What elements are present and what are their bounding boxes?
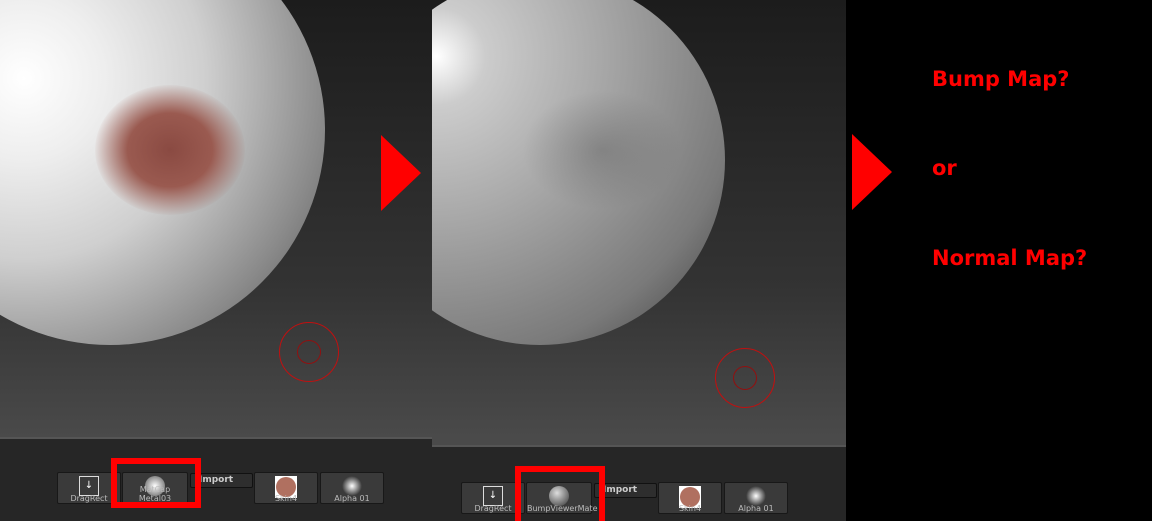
question-or: or xyxy=(932,156,957,180)
brush-cursor-icon xyxy=(279,322,339,382)
brush-cursor-icon xyxy=(715,348,775,408)
texture-button[interactable]: Skin4 xyxy=(254,472,318,504)
arrow-right-icon xyxy=(852,134,892,210)
highlight-box xyxy=(515,466,605,521)
toolbar: ↓ DragRect BumpViewerMate Import Skin4 Al… xyxy=(432,445,846,521)
drag-rect-icon: ↓ xyxy=(79,476,99,496)
arrow-right-icon xyxy=(381,135,421,211)
alpha-button[interactable]: Alpha 01 xyxy=(724,482,788,514)
drag-rect-icon: ↓ xyxy=(483,486,503,506)
alpha-icon xyxy=(746,486,766,506)
texture-button[interactable]: Skin4 xyxy=(658,482,722,514)
skin-texture-spot xyxy=(95,85,245,215)
bump-texture-area xyxy=(522,90,682,210)
highlight-box xyxy=(111,458,201,508)
toolbar: ↓ DragRect MatCap Metal03 Import Skin4 Al… xyxy=(0,437,432,521)
viewport-right[interactable]: ↓ DragRect BumpViewerMate Import Skin4 Al… xyxy=(432,0,846,521)
alpha-button[interactable]: Alpha 01 xyxy=(320,472,384,504)
question-normal-map: Normal Map? xyxy=(932,246,1088,270)
viewport-left[interactable]: ↓ DragRect MatCap Metal03 Import Skin4 Al… xyxy=(0,0,432,521)
question-bump-map: Bump Map? xyxy=(932,67,1070,91)
alpha-icon xyxy=(342,476,362,496)
